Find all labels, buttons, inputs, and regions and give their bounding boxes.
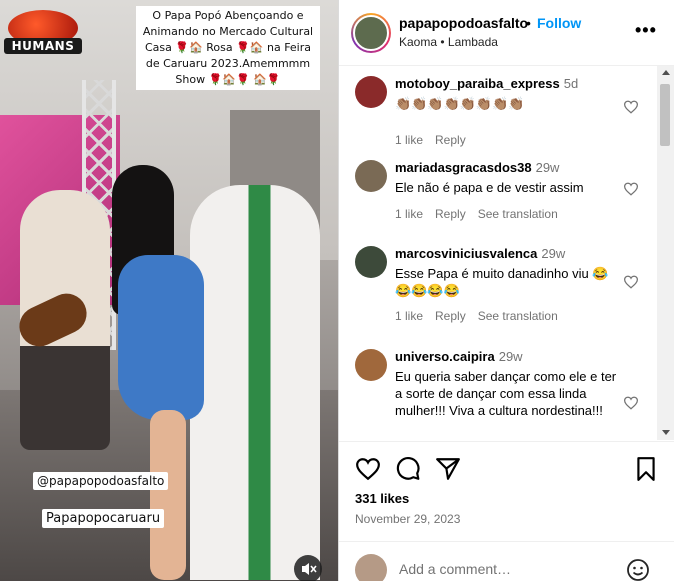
commenter-avatar[interactable] (355, 160, 387, 192)
commenter-username[interactable]: marcosviniciusvalenca 29w (395, 246, 565, 261)
add-comment-input[interactable] (399, 558, 619, 580)
commenter-avatar[interactable] (355, 349, 387, 381)
comment-text: Esse Papa é muito danadinho viu 😂😂😂😂😂 (395, 266, 609, 298)
reply-button[interactable]: Reply (435, 309, 466, 323)
comment-time: 29w (535, 160, 560, 175)
comment-time: 29w (541, 246, 566, 261)
like-comment-heart-icon[interactable] (623, 275, 639, 289)
reply-button[interactable]: Reply (435, 207, 466, 221)
comments-scrollbar[interactable] (657, 66, 674, 440)
video-tag-name: Papapopocaruaru (42, 509, 165, 528)
post-video[interactable]: HUMANS O Papa Popó Abençoando e Animando… (0, 0, 338, 581)
logo-text: HUMANS (4, 38, 82, 54)
comment-text: Eu queria saber dançar como ele e ter a … (395, 369, 617, 418)
author-username[interactable]: papapopodoasfalto (399, 15, 528, 31)
commenter-avatar[interactable] (355, 76, 387, 108)
follow-button[interactable]: Follow (537, 15, 581, 31)
priest-figure (190, 185, 320, 580)
like-comment-heart-icon[interactable] (623, 100, 639, 114)
save-bookmark-icon[interactable] (633, 456, 659, 482)
comment-likes-count[interactable]: 1 like (395, 133, 423, 147)
comment-time: 29w (498, 349, 523, 364)
commenter-username[interactable]: universo.caipira 29w (395, 349, 523, 364)
video-tag-handle: @papapopodoasfalto (33, 472, 169, 490)
commenter-username[interactable]: motoboy_paraiba_express 5d (395, 76, 578, 91)
video-caption: O Papa Popó Abençoando e Animando no Mer… (136, 6, 320, 90)
scroll-up-arrow-icon[interactable] (662, 70, 670, 75)
comment-meta: 1 like Reply See translation (395, 207, 570, 221)
add-comment-bar (339, 541, 674, 581)
share-send-icon[interactable] (435, 456, 461, 482)
author-avatar[interactable] (351, 13, 391, 53)
speaker-muted-icon (302, 563, 317, 575)
comment-likes-count[interactable]: 1 like (395, 207, 423, 221)
emoji-icon[interactable] (626, 558, 650, 581)
scrollbar-thumb[interactable] (660, 84, 670, 146)
mute-button[interactable] (294, 555, 322, 581)
comments-list: motoboy_paraiba_express 5d 👏🏽👏🏽👏🏽👏🏽👏🏽👏🏽👏🏽… (339, 66, 674, 440)
see-translation-button[interactable]: See translation (478, 309, 558, 323)
dancer-figure (118, 255, 204, 420)
comment-meta: 1 like Reply See translation (395, 309, 570, 323)
post-details-panel: papapopodoasfalto • Follow Kaoma • Lamba… (338, 0, 674, 581)
commenter-avatar[interactable] (355, 246, 387, 278)
post-actions: 331 likes November 29, 2023 (339, 441, 674, 541)
comment-meta: 1 like Reply (395, 133, 478, 147)
scroll-down-arrow-icon[interactable] (662, 430, 670, 435)
reply-button[interactable]: Reply (435, 133, 466, 147)
audio-track-link[interactable]: Kaoma • Lambada (399, 35, 498, 49)
like-comment-heart-icon[interactable] (623, 396, 639, 410)
post-header: papapopodoasfalto • Follow Kaoma • Lamba… (339, 0, 674, 66)
comment-text: Ele não é papa e de vestir assim (395, 180, 584, 195)
comment-time: 5d (563, 76, 579, 91)
commenter-username[interactable]: mariadasgracasdos38 29w (395, 160, 559, 175)
comment-text: 👏🏽👏🏽👏🏽👏🏽👏🏽👏🏽👏🏽👏🏽 (395, 96, 525, 111)
comment-bubble-icon[interactable] (395, 456, 421, 482)
likes-count[interactable]: 331 likes (355, 491, 409, 506)
channel-logo: HUMANS (4, 10, 82, 60)
post-date: November 29, 2023 (355, 512, 461, 526)
like-comment-heart-icon[interactable] (623, 182, 639, 196)
see-translation-button[interactable]: See translation (478, 207, 558, 221)
like-heart-icon[interactable] (355, 456, 381, 482)
current-user-avatar (355, 554, 387, 581)
separator-dot: • (526, 15, 531, 31)
more-options-button[interactable]: ••• (635, 20, 657, 41)
comment-likes-count[interactable]: 1 like (395, 309, 423, 323)
dancer-leg (150, 410, 186, 580)
